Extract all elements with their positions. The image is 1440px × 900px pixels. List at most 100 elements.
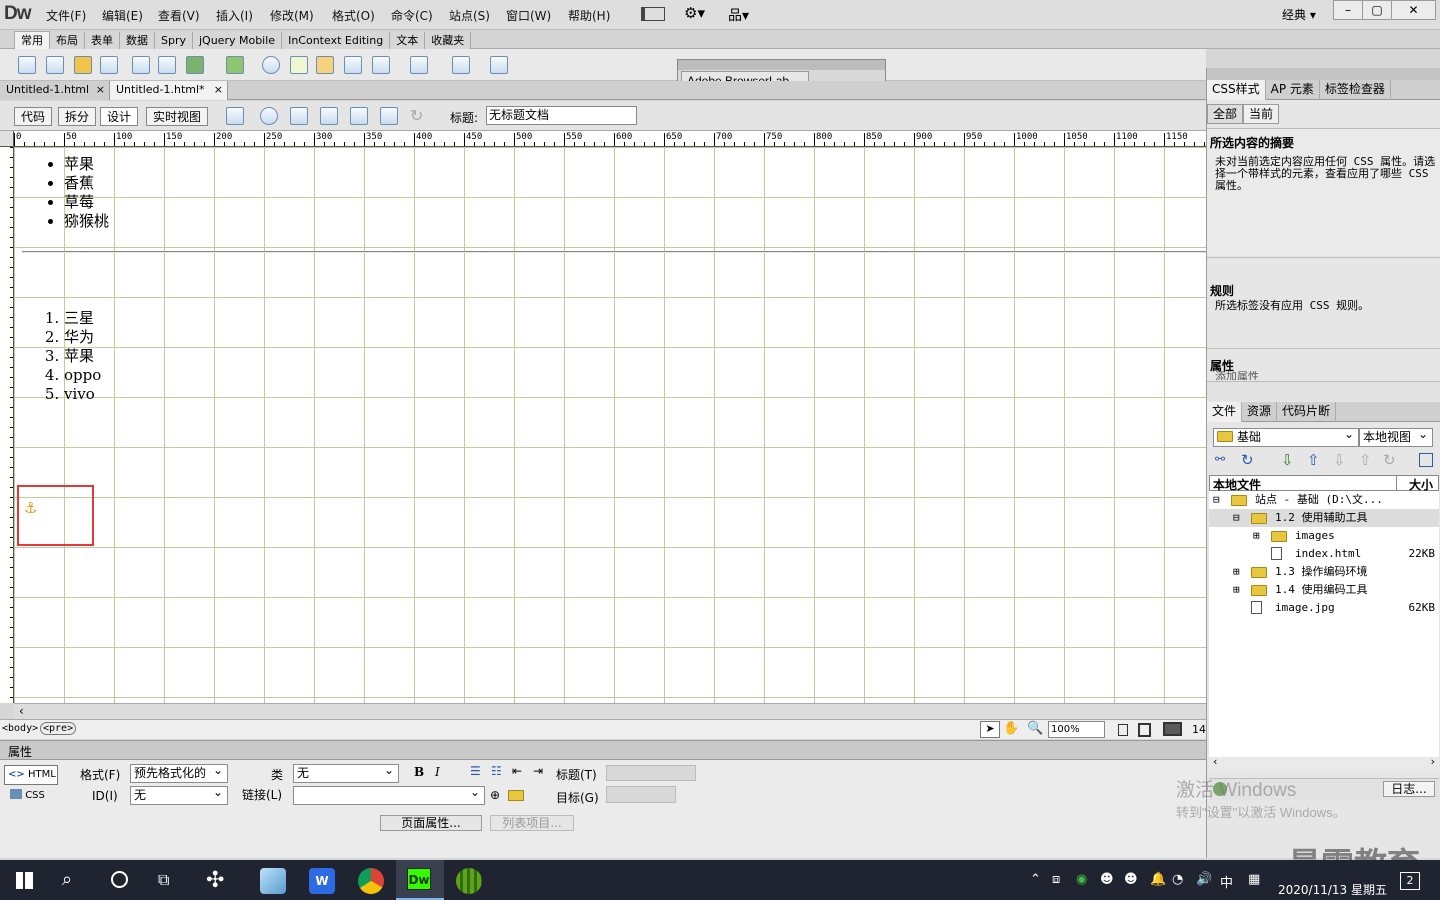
close-tab-icon[interactable]: × xyxy=(214,81,223,99)
indent-icon[interactable]: ⇥ xyxy=(533,764,543,778)
wifi-icon[interactable]: ◔ xyxy=(1172,872,1183,887)
notification-bell-icon[interactable]: 🔔 xyxy=(1150,872,1166,887)
menu-7[interactable]: 站点(S) xyxy=(449,7,490,24)
desktop-size-icon[interactable] xyxy=(1163,722,1182,736)
css-panel-tab-1[interactable]: AP 元素 xyxy=(1266,80,1320,100)
menu-0[interactable]: 文件(F) xyxy=(46,7,86,24)
w3c-validation-icon[interactable] xyxy=(320,107,338,125)
preview-browser-icon[interactable] xyxy=(260,107,278,125)
html-mode-button[interactable]: <> HTML xyxy=(4,765,58,785)
expand-icon[interactable] xyxy=(1419,453,1433,467)
zoom-select[interactable]: 100% xyxy=(1048,721,1105,738)
menu-2[interactable]: 查看(V) xyxy=(158,7,200,24)
file-tree-row[interactable]: ⊟ 站点 - 基础 (D:\文... xyxy=(1209,491,1439,509)
dreamweaver-taskbar-active[interactable]: Dw xyxy=(396,860,444,900)
volume-icon[interactable]: 🔊 xyxy=(1196,872,1212,887)
italic-button[interactable]: I xyxy=(435,765,440,779)
minimize-button[interactable]: – xyxy=(1333,0,1363,20)
zoom-tool-icon[interactable]: 🔍 xyxy=(1027,721,1043,736)
tray-expand-icon[interactable]: ⌃ xyxy=(1030,872,1041,887)
page-properties-button[interactable]: 页面属性... xyxy=(380,815,482,831)
file-tree-row[interactable]: ⊞ images xyxy=(1209,527,1439,545)
horizontal-rule-icon[interactable] xyxy=(100,56,118,74)
insert-tab-4[interactable]: Spry xyxy=(155,32,193,50)
task-view-icon[interactable]: ⧉ xyxy=(158,870,169,890)
files-scrollbar[interactable]: ‹ › xyxy=(1209,755,1439,771)
insert-tab-5[interactable]: jQuery Mobile xyxy=(193,32,283,50)
ordered-item[interactable]: 苹果 xyxy=(64,347,101,366)
css-mode-button[interactable]: CSS xyxy=(10,789,45,801)
tray-network-share-icon[interactable]: ⧈ xyxy=(1052,872,1060,887)
ordered-item[interactable]: 华为 xyxy=(64,328,101,347)
media-icon[interactable] xyxy=(226,56,244,74)
bullet-item[interactable]: 猕猴桃 xyxy=(64,212,109,231)
file-tree-row[interactable]: image.jpg 62KB xyxy=(1209,599,1439,617)
current-mode-button[interactable]: 当前 xyxy=(1243,104,1280,124)
named-anchor-marker-icon[interactable]: ⚓ xyxy=(24,499,40,517)
widget-icon[interactable] xyxy=(262,56,280,74)
css-panel-tab-0[interactable]: CSS样式 xyxy=(1207,80,1266,100)
id-select[interactable]: 无 xyxy=(130,784,228,805)
document-tab-1[interactable]: Untitled-1.html* × xyxy=(110,81,228,100)
ordered-list-icon[interactable]: ☷ xyxy=(491,764,502,778)
select-tool-icon[interactable]: ➤ xyxy=(980,721,1000,738)
format-select[interactable]: 预先格式化的 xyxy=(130,762,228,783)
qq-icon[interactable]: ☻ xyxy=(1100,872,1114,887)
bullet-item[interactable]: 苹果 xyxy=(64,155,109,174)
clock-date[interactable]: 2020/11/13 星期五 xyxy=(1278,881,1387,898)
ordered-item[interactable]: vivo xyxy=(64,385,101,404)
expand-toggle-icon[interactable]: ⊟ xyxy=(1213,491,1225,509)
title-input[interactable]: 无标题文档 xyxy=(486,106,637,125)
menu-9[interactable]: 帮助(H) xyxy=(568,7,610,24)
all-mode-button[interactable]: 全部 xyxy=(1207,104,1244,124)
file-tree-row[interactable]: ⊟ 1.2 使用辅助工具 xyxy=(1209,509,1439,527)
head-icon[interactable] xyxy=(372,56,390,74)
tag-selector-pre[interactable]: <pre> xyxy=(40,722,77,735)
menu-6[interactable]: 命令(C) xyxy=(391,7,433,24)
design-view-button[interactable]: 设计 xyxy=(100,107,139,126)
input-grid-icon[interactable]: ▦ xyxy=(1248,872,1260,887)
action-center-icon[interactable]: 2 xyxy=(1400,872,1420,890)
visual-aids-icon[interactable] xyxy=(380,107,398,125)
file-tree-row[interactable]: ⊞ 1.4 使用编码工具 xyxy=(1209,581,1439,599)
insert-tab-7[interactable]: 文本 xyxy=(390,32,426,50)
multiscreen-icon[interactable] xyxy=(226,107,244,125)
menu-3[interactable]: 插入(I) xyxy=(216,7,253,24)
refresh-icon[interactable]: ↻ xyxy=(410,106,423,125)
hyperlink-icon[interactable] xyxy=(18,56,36,74)
email-link-icon[interactable] xyxy=(46,56,64,74)
ime-indicator[interactable]: 中 xyxy=(1220,872,1233,891)
bullet-item[interactable]: 香蕉 xyxy=(64,174,109,193)
bold-button[interactable]: B xyxy=(414,765,424,779)
insert-tab-0[interactable]: 常用 xyxy=(14,31,50,49)
expand-toggle-icon[interactable]: ⊞ xyxy=(1233,581,1245,599)
file-tree-row[interactable]: index.html 22KB xyxy=(1209,545,1439,563)
comment-icon[interactable] xyxy=(344,56,362,74)
insert-tab-8[interactable]: 收藏夹 xyxy=(425,32,472,50)
restore-button[interactable]: ▢ xyxy=(1362,0,1392,20)
notepad-app-icon[interactable] xyxy=(260,868,286,894)
menu-1[interactable]: 编辑(E) xyxy=(102,7,143,24)
connect-icon[interactable]: ⚯ xyxy=(1215,452,1225,466)
get-files-icon[interactable]: ⇩ xyxy=(1281,451,1294,469)
named-anchor-icon[interactable] xyxy=(74,56,92,74)
site-icon[interactable]: 品▾ xyxy=(728,5,749,25)
view-select[interactable]: 本地视图 xyxy=(1359,426,1433,447)
put-files-icon[interactable]: ⇧ xyxy=(1307,451,1320,469)
canvas-scrollbar[interactable]: ‹ xyxy=(14,703,1206,719)
pinwheel-app-icon[interactable]: ✣ xyxy=(206,868,224,893)
ordered-item[interactable]: oppo xyxy=(64,366,101,385)
document-tab-0[interactable]: Untitled-1.html × xyxy=(0,81,110,100)
expand-toggle-icon[interactable]: ⊟ xyxy=(1233,509,1245,527)
bullet-item[interactable]: 草莓 xyxy=(64,193,109,212)
file-management-icon[interactable] xyxy=(290,107,308,125)
files-panel-tab-2[interactable]: 代码片断 xyxy=(1277,402,1337,422)
design-canvas[interactable]: 苹果香蕉草莓猕猴桃 三星华为苹果oppovivo ⚓ xyxy=(14,147,1206,703)
cortana-icon[interactable] xyxy=(111,871,128,888)
close-tab-icon[interactable]: × xyxy=(96,81,105,99)
insert-tab-3[interactable]: 数据 xyxy=(120,32,155,50)
check-compatibility-icon[interactable] xyxy=(350,107,368,125)
tablet-size-icon[interactable] xyxy=(1138,723,1151,737)
layout-icon[interactable] xyxy=(641,7,665,21)
wps-writer-icon[interactable]: W xyxy=(309,868,335,894)
